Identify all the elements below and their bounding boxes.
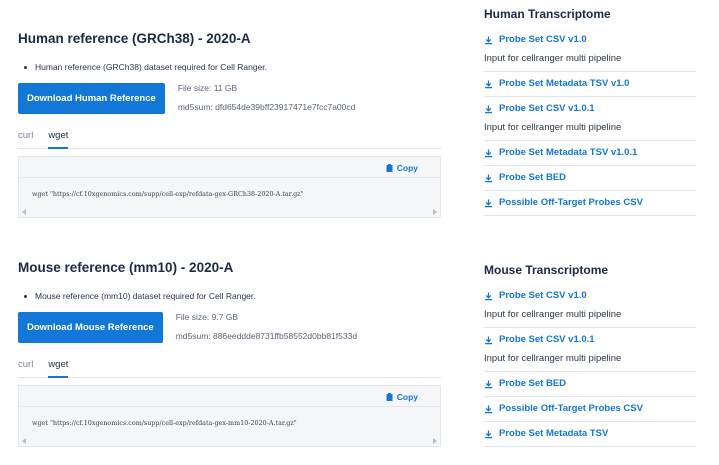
scroll-right-arrow-icon[interactable] [433, 209, 437, 215]
copy-label: Copy [396, 163, 418, 173]
probe-file-link[interactable]: Probe Set CSV v1.0.1 [484, 103, 696, 115]
horizontal-scrollbar[interactable] [20, 438, 439, 444]
mouse-reference-title: Mouse reference (mm10) - 2020-A [18, 260, 234, 275]
tab-wget[interactable]: wget [48, 357, 69, 378]
probe-file-link[interactable]: Probe Set CSV v1.0 [484, 34, 696, 46]
probe-file-link[interactable]: Probe Set Metadata TSV [484, 428, 696, 440]
mouse-transcriptome-links: Probe Set CSV v1.0 Input for cellranger m… [484, 284, 696, 447]
human-transcriptome-title: Human Transcriptome [484, 7, 611, 21]
clipboard-icon [386, 393, 393, 401]
mouse-reference-section: Mouse reference (mm10) - 2020-A Mouse re… [18, 259, 441, 447]
probe-file-link[interactable]: Possible Off-Target Probes CSV [484, 197, 696, 209]
tab-curl[interactable]: curl [18, 128, 33, 149]
link-label: Probe Set Metadata TSV [499, 428, 609, 439]
human-reference-description: Human reference (GRCh38) dataset require… [35, 62, 267, 72]
list-item: Probe Set CSV v1.0 Input for cellranger m… [484, 28, 696, 72]
human-code-box: Copy wget "https://cf.10xgenomics.com/su… [18, 156, 441, 218]
link-description: Input for cellranger multi pipeline [484, 53, 622, 64]
link-label: Probe Set CSV v1.0.1 [499, 103, 595, 114]
link-label: Probe Set Metadata TSV v1.0 [499, 78, 630, 89]
mouse-md5sum: md5sum: 886eeddde8731ffb58552d0bb81f533d [175, 331, 358, 341]
link-label: Probe Set CSV v1.0.1 [499, 334, 595, 345]
link-label: Probe Set BED [499, 378, 567, 389]
human-command-tabs: curl wget [18, 128, 441, 149]
download-icon [485, 80, 492, 88]
probe-file-link[interactable]: Probe Set Metadata TSV v1.0 [484, 78, 696, 90]
download-icon [485, 149, 492, 157]
human-wget-command: wget "https://cf.10xgenomics.com/supp/ce… [32, 190, 304, 198]
download-human-reference-button[interactable]: Download Human Reference [18, 83, 165, 114]
list-item: Probe Set CSV v1.0.1 Input for cellranger… [484, 328, 696, 372]
human-reference-bullet: Human reference (GRCh38) dataset require… [24, 61, 441, 73]
copy-button[interactable]: Copy [386, 392, 418, 402]
tab-wget[interactable]: wget [48, 128, 69, 149]
link-label: Probe Set CSV v1.0 [499, 34, 587, 45]
download-icon [485, 105, 492, 113]
probe-file-link[interactable]: Probe Set CSV v1.0.1 [484, 334, 696, 346]
download-icon [485, 292, 492, 300]
probe-file-link[interactable]: Possible Off-Target Probes CSV [484, 403, 696, 415]
download-icon [485, 36, 492, 44]
link-description: Input for cellranger multi pipeline [484, 309, 622, 320]
mouse-file-meta: File size: 9.7 GB md5sum: 886eeddde8731f… [176, 312, 357, 342]
human-md5sum: md5sum: dfd654de39bff23917471e7fcc7a00cd [177, 102, 356, 112]
copy-button[interactable]: Copy [386, 163, 418, 173]
list-item: Probe Set CSV v1.0 Input for cellranger m… [484, 284, 696, 328]
bullet-dot [24, 294, 27, 298]
mouse-transcriptome-section: Mouse Transcriptome Probe Set CSV v1.0 In… [484, 262, 696, 447]
code-divider [19, 406, 440, 407]
scroll-left-arrow-icon[interactable] [22, 438, 26, 444]
list-item: Possible Off-Target Probes CSV [484, 191, 696, 216]
list-item: Possible Off-Target Probes CSV [484, 397, 696, 422]
human-transcriptome-section: Human Transcriptome Probe Set CSV v1.0 In… [484, 6, 696, 216]
list-item: Probe Set BED [484, 372, 696, 397]
scroll-right-arrow-icon[interactable] [433, 438, 437, 444]
link-label: Probe Set BED [499, 172, 567, 183]
clipboard-icon [386, 164, 393, 172]
mouse-code-box: Copy wget "https://cf.10xgenomics.com/su… [18, 385, 441, 447]
download-icon [485, 430, 492, 438]
list-item: Probe Set Metadata TSV [484, 422, 696, 447]
probe-file-link[interactable]: Probe Set BED [484, 378, 696, 390]
mouse-reference-bullet: Mouse reference (mm10) dataset required … [24, 290, 441, 302]
link-description: Input for cellranger multi pipeline [484, 353, 622, 364]
probe-file-link[interactable]: Probe Set BED [484, 172, 696, 184]
link-label: Possible Off-Target Probes CSV [499, 197, 643, 208]
probe-file-link[interactable]: Probe Set Metadata TSV v1.0.1 [484, 147, 696, 159]
list-item: Probe Set CSV v1.0.1 Input for cellranger… [484, 97, 696, 141]
human-reference-section: Human reference (GRCh38) - 2020-A Human … [18, 30, 441, 218]
mouse-file-size: File size: 9.7 GB [175, 312, 239, 322]
download-icon [485, 199, 492, 207]
download-icon [485, 174, 492, 182]
mouse-download-row: Download Mouse Reference File size: 9.7 … [18, 312, 441, 344]
download-icon [485, 380, 492, 388]
human-download-row: Download Human Reference File size: 11 G… [18, 83, 441, 115]
mouse-reference-description: Mouse reference (mm10) dataset required … [35, 291, 256, 301]
link-label: Probe Set CSV v1.0 [499, 290, 587, 301]
human-transcriptome-links: Probe Set CSV v1.0 Input for cellranger m… [484, 28, 696, 216]
download-icon [485, 336, 492, 344]
probe-file-link[interactable]: Probe Set CSV v1.0 [484, 290, 696, 302]
link-label: Possible Off-Target Probes CSV [499, 403, 643, 414]
download-mouse-reference-button[interactable]: Download Mouse Reference [18, 312, 163, 343]
list-item: Probe Set BED [484, 166, 696, 191]
mouse-command-tabs: curl wget [18, 357, 441, 378]
link-label: Probe Set Metadata TSV v1.0.1 [499, 147, 638, 158]
human-file-size: File size: 11 GB [177, 83, 238, 93]
copy-label: Copy [396, 392, 418, 402]
bullet-dot [24, 65, 27, 69]
mouse-wget-command: wget "https://cf.10xgenomics.com/supp/ce… [32, 419, 297, 427]
download-icon [485, 405, 492, 413]
code-divider [19, 177, 440, 178]
human-file-meta: File size: 11 GB md5sum: dfd654de39bff23… [178, 83, 356, 113]
mouse-transcriptome-title: Mouse Transcriptome [484, 263, 609, 277]
horizontal-scrollbar[interactable] [20, 209, 439, 215]
tab-curl[interactable]: curl [18, 357, 33, 378]
human-reference-title: Human reference (GRCh38) - 2020-A [18, 31, 251, 46]
list-item: Probe Set Metadata TSV v1.0.1 [484, 141, 696, 166]
scroll-left-arrow-icon[interactable] [22, 209, 26, 215]
link-description: Input for cellranger multi pipeline [484, 122, 622, 133]
list-item: Probe Set Metadata TSV v1.0 [484, 72, 696, 97]
